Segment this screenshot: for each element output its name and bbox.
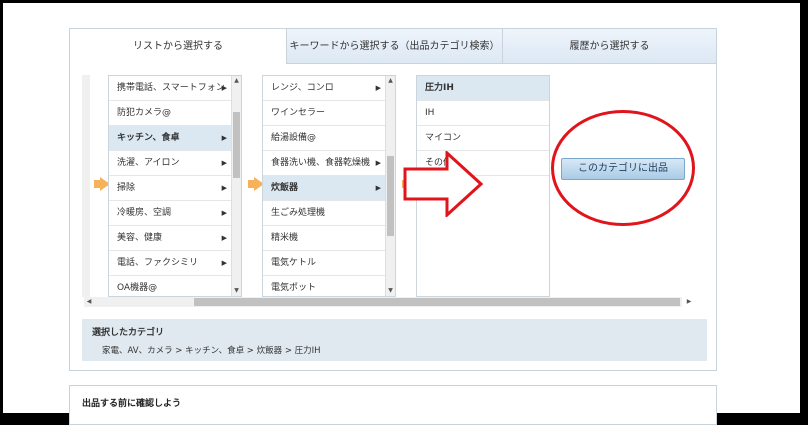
list-item-label: 炊飯器 (271, 183, 299, 193)
list-item-label: 圧力IH (425, 83, 454, 93)
annotation-arrow-icon (403, 151, 483, 217)
list-item-label: OA機器@ (117, 283, 158, 293)
vertical-scrollbar[interactable]: ▲ ▼ (385, 76, 395, 296)
list-item-label: 掃除 (117, 183, 136, 193)
chevron-right-icon: ▶ (221, 209, 227, 217)
scroll-thumb[interactable] (387, 156, 394, 236)
tab-bar: リストから選択する キーワードから選択する（出品カテゴリ検索） 履歴から選択する (70, 29, 716, 64)
chevron-right-icon: ▶ (221, 84, 227, 92)
list-item-selected[interactable]: キッチン、食卓 ▶ (109, 126, 241, 151)
list-item-label: 電気ポット (271, 283, 317, 293)
confirm-title: 出品する前に確認しよう (82, 399, 182, 409)
list-item[interactable]: レンジ、コンロ ▶ (263, 76, 395, 101)
list-item[interactable]: IH (417, 101, 549, 126)
chevron-right-icon: ▶ (221, 259, 227, 267)
chevron-right-icon: ▶ (375, 159, 381, 167)
list-item[interactable]: ワインセラー (263, 101, 395, 126)
list-item[interactable]: 生ごみ処理機 (263, 201, 395, 226)
scroll-thumb[interactable] (233, 112, 240, 178)
tab-select-by-keyword[interactable]: キーワードから選択する（出品カテゴリ検索） (286, 29, 502, 64)
list-item-label: 電気ケトル (271, 258, 317, 268)
list-item[interactable]: 食器洗い機、食器乾燥機 ▶ (263, 151, 395, 176)
list-item[interactable]: 冷暖房、空調 ▶ (109, 201, 241, 226)
tab-select-from-list[interactable]: リストから選択する (70, 29, 286, 64)
chevron-right-icon: ▶ (375, 184, 381, 192)
category-list-level-3: レンジ、コンロ ▶ ワインセラー 給湯設備@ 食器洗い機、食器乾燥機 ▶ 炊飯器 ▶ … (262, 75, 396, 297)
list-item-label: キッチン、食卓 (117, 133, 180, 143)
scroll-right-icon[interactable]: ▶ (684, 297, 694, 307)
list-item-label: 美容、健康 (117, 233, 163, 243)
selected-category-title: 選択したカテゴリ (92, 328, 165, 338)
list-column-0-scrollbar[interactable] (82, 75, 90, 297)
selected-category-box: 選択したカテゴリ 家電、AV、カメラ > キッチン、食卓 > 炊飯器 > 圧力I… (82, 319, 707, 361)
horizontal-scrollbar[interactable]: ◀ ▶ (84, 297, 691, 307)
list-item-label: ワインセラー (271, 108, 326, 118)
list-item-label: 給湯設備@ (271, 133, 317, 143)
scroll-up-icon[interactable]: ▲ (232, 76, 241, 86)
list-item-label: 電話、ファクシミリ (117, 258, 199, 268)
list-item[interactable]: 美容、健康 ▶ (109, 226, 241, 251)
list-item[interactable]: OA機器@ (109, 276, 241, 296)
list-item-label: 冷暖房、空調 (117, 208, 172, 218)
list-item-label: 洗濯、アイロン (117, 158, 180, 168)
list-item[interactable]: マイコン (417, 126, 549, 151)
list-item[interactable]: 精米機 (263, 226, 395, 251)
vertical-scrollbar[interactable]: ▲ ▼ (231, 76, 241, 296)
list-item[interactable]: 給湯設備@ (263, 126, 395, 151)
list-item-label: 防犯カメラ@ (117, 108, 172, 118)
list-item-label: IH (425, 108, 435, 118)
list-item-label: 食器洗い機、食器乾燥機 (271, 158, 371, 168)
list-item-label: レンジ、コンロ (271, 83, 334, 93)
list-item[interactable]: 防犯カメラ@ (109, 101, 241, 126)
scroll-up-icon[interactable]: ▲ (386, 76, 395, 86)
scroll-left-icon[interactable]: ◀ (84, 297, 94, 307)
scroll-down-icon[interactable]: ▼ (232, 286, 241, 296)
list-item[interactable]: 電気ポット (263, 276, 395, 296)
list-item-selected[interactable]: 炊飯器 ▶ (263, 176, 395, 201)
screenshot-canvas: リストから選択する キーワードから選択する（出品カテゴリ検索） 履歴から選択する… (3, 3, 800, 425)
scroll-down-icon[interactable]: ▼ (386, 286, 395, 296)
list-item-label: 生ごみ処理機 (271, 208, 326, 218)
list-item-selected[interactable]: 圧力IH (417, 76, 549, 101)
annotation-circle (551, 110, 695, 226)
chevron-right-icon: ▶ (221, 159, 227, 167)
list-item[interactable]: 電気ケトル (263, 251, 395, 276)
list-item-label: 精米機 (271, 233, 299, 243)
scroll-thumb[interactable] (194, 298, 680, 306)
vertical-scrollbar[interactable] (82, 75, 90, 297)
selected-category-breadcrumb: 家電、AV、カメラ > キッチン、食卓 > 炊飯器 > 圧力IH (102, 346, 321, 356)
list-item[interactable]: 電話、ファクシミリ ▶ (109, 251, 241, 276)
confirm-before-listing-panel: 出品する前に確認しよう (69, 385, 717, 425)
category-list-level-2: 携帯電話、スマートフォン ▶ 防犯カメラ@ キッチン、食卓 ▶ 洗濯、アイロン ▶ 掃… (108, 75, 242, 297)
list-item[interactable]: 洗濯、アイロン ▶ (109, 151, 241, 176)
chevron-right-icon: ▶ (221, 234, 227, 242)
list-item-label: マイコン (425, 133, 462, 143)
chevron-right-icon: ▶ (221, 184, 227, 192)
list-item-label: 携帯電話、スマートフォン (117, 83, 225, 93)
tab-select-from-history[interactable]: 履歴から選択する (502, 29, 716, 64)
chevron-right-icon: ▶ (375, 84, 381, 92)
chevron-right-icon: ▶ (221, 134, 227, 142)
list-item[interactable]: 掃除 ▶ (109, 176, 241, 201)
list-item[interactable]: 携帯電話、スマートフォン ▶ (109, 76, 241, 101)
